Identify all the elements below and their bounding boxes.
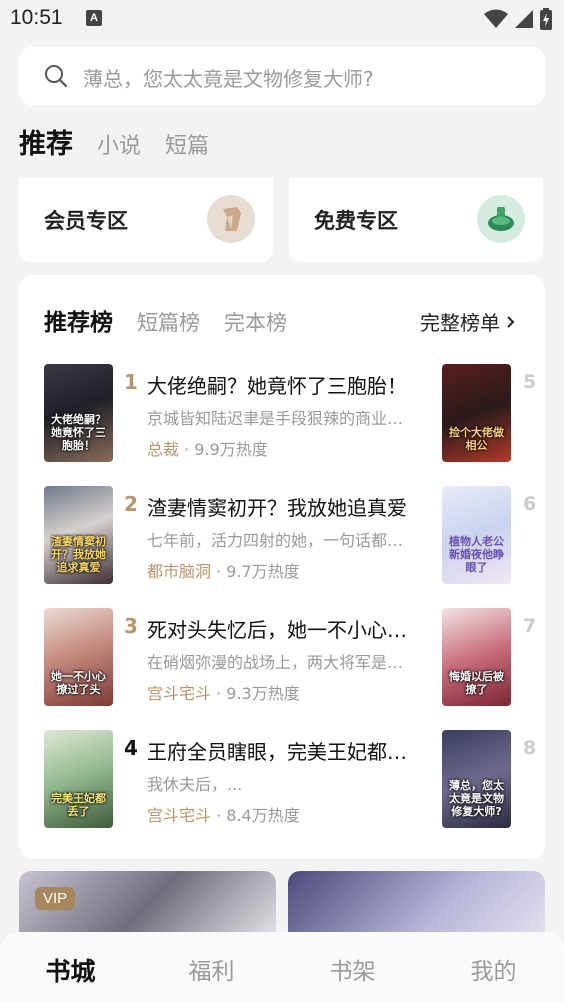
tab-short[interactable]: 短篇 [165, 128, 209, 160]
book-category: 总裁 [147, 440, 180, 459]
free-zone-icon [477, 195, 525, 243]
tab-recommend[interactable]: 推荐 [19, 122, 73, 161]
vip-zone-card[interactable]: 会员专区 [19, 178, 273, 262]
book-meta: 宫斗宅斗 · 9.3万热度 [147, 684, 300, 703]
book-meta: 都市脑洞 · 9.7万热度 [147, 562, 300, 581]
top-tabs: 推荐 小说 短篇 [19, 122, 209, 162]
promo-banner-left[interactable]: VIP [19, 871, 276, 941]
nav-mine[interactable]: 我的 [423, 932, 564, 1002]
status-time: 10:51 [10, 6, 63, 29]
rank-number: 4 [124, 736, 138, 760]
vip-badge: VIP [35, 887, 76, 910]
nav-bookstore[interactable]: 书城 [0, 932, 141, 1002]
bottom-nav: 书城 福利 书架 我的 [0, 932, 564, 1002]
side-book-cover[interactable]: 薄总，您太太竟是文物修复大师? [442, 730, 511, 828]
book-item[interactable]: 完美王妃都丢了 4 王府全员瞎眼，完美王妃都丢了 我休夫后，... 宫斗宅斗 ·… [44, 730, 444, 828]
rank-number: 2 [124, 492, 138, 516]
battery-icon [540, 8, 552, 30]
free-zone-label: 免费专区 [314, 209, 398, 233]
book-title: 大佬绝嗣？她竟怀了三胞胎！ [147, 374, 407, 398]
search-bar[interactable]: 薄总，您太太竟是文物修复大师? [19, 47, 545, 105]
book-item[interactable]: 大佬绝嗣？她竟怀了三胞胎！ 1 大佬绝嗣？她竟怀了三胞胎！ 京城皆知陆迟聿是手段… [44, 364, 444, 462]
book-meta: 宫斗宅斗 · 8.4万热度 [147, 806, 300, 825]
book-category: 宫斗宅斗 [147, 684, 212, 703]
cover-title: 薄总，您太太竟是文物修复大师? [449, 779, 504, 818]
vip-zone-label: 会员专区 [44, 209, 128, 233]
book-title: 王府全员瞎眼，完美王妃都丢了 [147, 740, 412, 764]
signal-icon [515, 10, 533, 28]
book-category: 都市脑洞 [147, 562, 212, 581]
tab-novel[interactable]: 小说 [97, 128, 141, 160]
book-meta: 总裁 · 9.9万热度 [147, 440, 268, 459]
side-book-cover[interactable]: 悔婚以后被撩了 [442, 608, 511, 706]
book-title: 死对头失忆后，她一不小心撩过了头 [147, 618, 412, 642]
side-book-cover[interactable]: 植物人老公新婚夜他睁眼了 [442, 486, 511, 584]
status-icons [484, 8, 552, 30]
free-zone-card[interactable]: 免费专区 [289, 178, 543, 262]
rank-number: 1 [124, 370, 138, 394]
cover-title: 完美王妃都丢了 [51, 792, 106, 818]
book-heat: 8.4万热度 [226, 806, 300, 825]
tab-complete-rank[interactable]: 完本榜 [224, 307, 287, 337]
book-description: 在硝烟弥漫的战场上，两大将军是死对头 [147, 653, 409, 672]
side-rank-number: 6 [523, 493, 537, 515]
book-heat: 9.3万热度 [226, 684, 300, 703]
promo-banner-right[interactable] [288, 871, 545, 941]
book-cover: 渣妻情窦初开？我放她追求真爱 [44, 486, 113, 584]
book-title: 渣妻情窦初开？我放她追真爱 [147, 496, 407, 520]
status-bar: 10:51 A [0, 0, 564, 38]
cover-title: 植物人老公新婚夜他睁眼了 [449, 535, 504, 574]
search-placeholder: 薄总，您太太竟是文物修复大师? [83, 67, 374, 91]
wifi-icon [484, 9, 508, 28]
full-ranking-link[interactable]: 完整榜单 [420, 307, 516, 336]
book-cover: 大佬绝嗣？她竟怀了三胞胎！ [44, 364, 113, 462]
book-item[interactable]: 渣妻情窦初开？我放她追求真爱 2 渣妻情窦初开？我放她追真爱 七年前，活力四射的… [44, 486, 444, 584]
cover-title: 渣妻情窦初开？我放她追求真爱 [51, 535, 106, 574]
cover-title: 大佬绝嗣？她竟怀了三胞胎！ [51, 413, 106, 452]
full-ranking-label: 完整榜单 [420, 311, 500, 335]
side-rank-number: 7 [523, 615, 537, 637]
book-description: 七年前，活力四射的她，一句话都没说 [147, 531, 409, 550]
nav-welfare[interactable]: 福利 [141, 932, 282, 1002]
side-book-cover[interactable]: 捡个大佬做相公 [442, 364, 511, 462]
cover-title: 捡个大佬做相公 [449, 426, 504, 452]
book-cover: 她一不小心撩过了头 [44, 608, 113, 706]
nav-bookshelf[interactable]: 书架 [282, 932, 423, 1002]
side-rank-number: 8 [523, 737, 537, 759]
tab-recommend-rank[interactable]: 推荐榜 [44, 303, 113, 337]
tab-short-rank[interactable]: 短篇榜 [137, 307, 200, 337]
cover-title: 她一不小心撩过了头 [51, 670, 106, 696]
ranking-card: 推荐榜 短篇榜 完本榜 完整榜单 大佬绝嗣？她竟怀了三胞胎！ 1 大佬绝嗣？她竟… [19, 275, 545, 859]
book-description: 京城皆知陆迟聿是手段狠辣的商业大佬 [147, 409, 409, 428]
vip-zone-icon [207, 195, 255, 243]
notification-icon: A [86, 10, 102, 26]
book-heat: 9.9万热度 [194, 440, 268, 459]
ranking-tabs: 推荐榜 短篇榜 完本榜 [44, 303, 287, 337]
cover-title: 悔婚以后被撩了 [449, 670, 504, 696]
search-icon [45, 65, 68, 88]
rank-number: 3 [124, 614, 138, 638]
side-rank-number: 5 [523, 371, 537, 393]
book-heat: 9.7万热度 [226, 562, 300, 581]
book-cover: 完美王妃都丢了 [44, 730, 113, 828]
book-item[interactable]: 她一不小心撩过了头 3 死对头失忆后，她一不小心撩过了头 在硝烟弥漫的战场上，两… [44, 608, 444, 706]
chevron-right-icon [507, 315, 515, 328]
book-category: 宫斗宅斗 [147, 806, 212, 825]
book-description: 我休夫后，... [147, 775, 243, 794]
